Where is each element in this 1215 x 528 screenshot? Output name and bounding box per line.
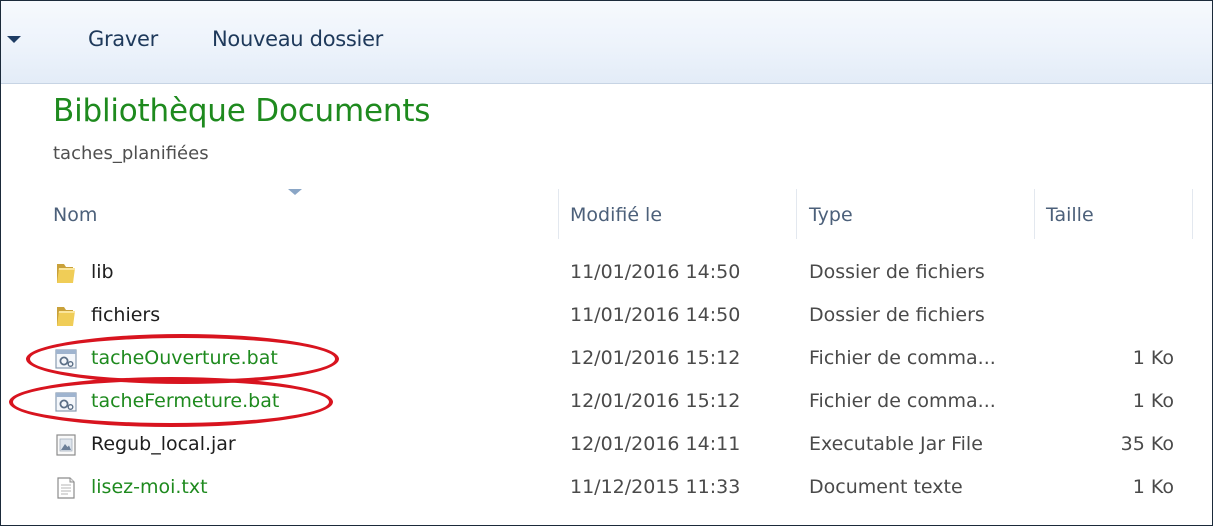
file-list: lib 11/01/2016 14:50 Dossier de fichiers… (1, 253, 1212, 511)
column-divider[interactable] (796, 189, 797, 239)
file-name: fichiers (91, 304, 161, 326)
file-type: Dossier de fichiers (809, 261, 985, 283)
file-size: 1 Ko (1132, 390, 1174, 412)
file-row-lib[interactable]: lib 11/01/2016 14:50 Dossier de fichiers (1, 253, 1212, 296)
file-row-regub-local-jar[interactable]: Regub_local.jar 12/01/2016 14:11 Executa… (1, 425, 1212, 468)
text-file-icon (57, 477, 75, 499)
file-row-tacheouverture[interactable]: tacheOuverture.bat 12/01/2016 15:12 Fich… (1, 334, 1212, 384)
file-name: lib (91, 261, 114, 283)
file-name: lisez-moi.txt (91, 476, 208, 498)
file-size: 1 Ko (1132, 476, 1174, 498)
file-modified: 11/01/2016 14:50 (570, 304, 741, 326)
file-type: Fichier de comma... (809, 347, 996, 369)
file-modified: 11/12/2015 11:33 (570, 476, 741, 498)
file-size: 35 Ko (1120, 433, 1174, 455)
column-divider[interactable] (1034, 189, 1035, 239)
column-header-type[interactable]: Type (809, 204, 853, 226)
batch-file-icon (55, 392, 77, 412)
batch-file-icon (55, 349, 77, 369)
column-header-size[interactable]: Taille (1046, 204, 1094, 226)
column-divider[interactable] (1192, 189, 1193, 239)
file-size: 1 Ko (1132, 347, 1174, 369)
file-type: Fichier de comma... (809, 390, 996, 412)
new-folder-button[interactable]: Nouveau dossier (212, 27, 383, 51)
folder-icon (57, 307, 75, 326)
organize-dropdown-icon[interactable] (7, 36, 21, 43)
file-type: Dossier de fichiers (809, 304, 985, 326)
file-row-fichiers[interactable]: fichiers 11/01/2016 14:50 Dossier de fic… (1, 296, 1212, 339)
file-modified: 12/01/2016 15:12 (570, 390, 741, 412)
folder-icon (57, 264, 75, 283)
burn-button[interactable]: Graver (88, 27, 158, 51)
file-modified: 12/01/2016 15:12 (570, 347, 741, 369)
column-header-modified[interactable]: Modifié le (570, 204, 662, 226)
file-name: Regub_local.jar (91, 433, 236, 455)
toolbar: Graver Nouveau dossier (1, 1, 1212, 84)
column-divider[interactable] (558, 189, 559, 239)
file-row-tachefermeture[interactable]: tacheFermeture.bat 12/01/2016 15:12 Fich… (1, 377, 1212, 427)
library-subfolder: taches_planifiées (53, 143, 209, 164)
jar-file-icon (56, 434, 76, 456)
file-row-lisez-moi[interactable]: lisez-moi.txt 11/12/2015 11:33 Document … (1, 468, 1212, 511)
file-type: Executable Jar File (809, 433, 983, 455)
file-name: tacheOuverture.bat (91, 347, 278, 369)
file-type: Document texte (809, 476, 963, 498)
file-modified: 11/01/2016 14:50 (570, 261, 741, 283)
sort-indicator-icon (288, 189, 302, 195)
column-header-name[interactable]: Nom (53, 204, 97, 226)
column-headers: Nom Modifié le Type Taille (1, 189, 1212, 239)
file-modified: 12/01/2016 14:11 (570, 433, 741, 455)
explorer-window: Graver Nouveau dossier Bibliothèque Docu… (0, 0, 1213, 526)
library-title: Bibliothèque Documents (53, 93, 431, 129)
file-name: tacheFermeture.bat (91, 390, 280, 412)
